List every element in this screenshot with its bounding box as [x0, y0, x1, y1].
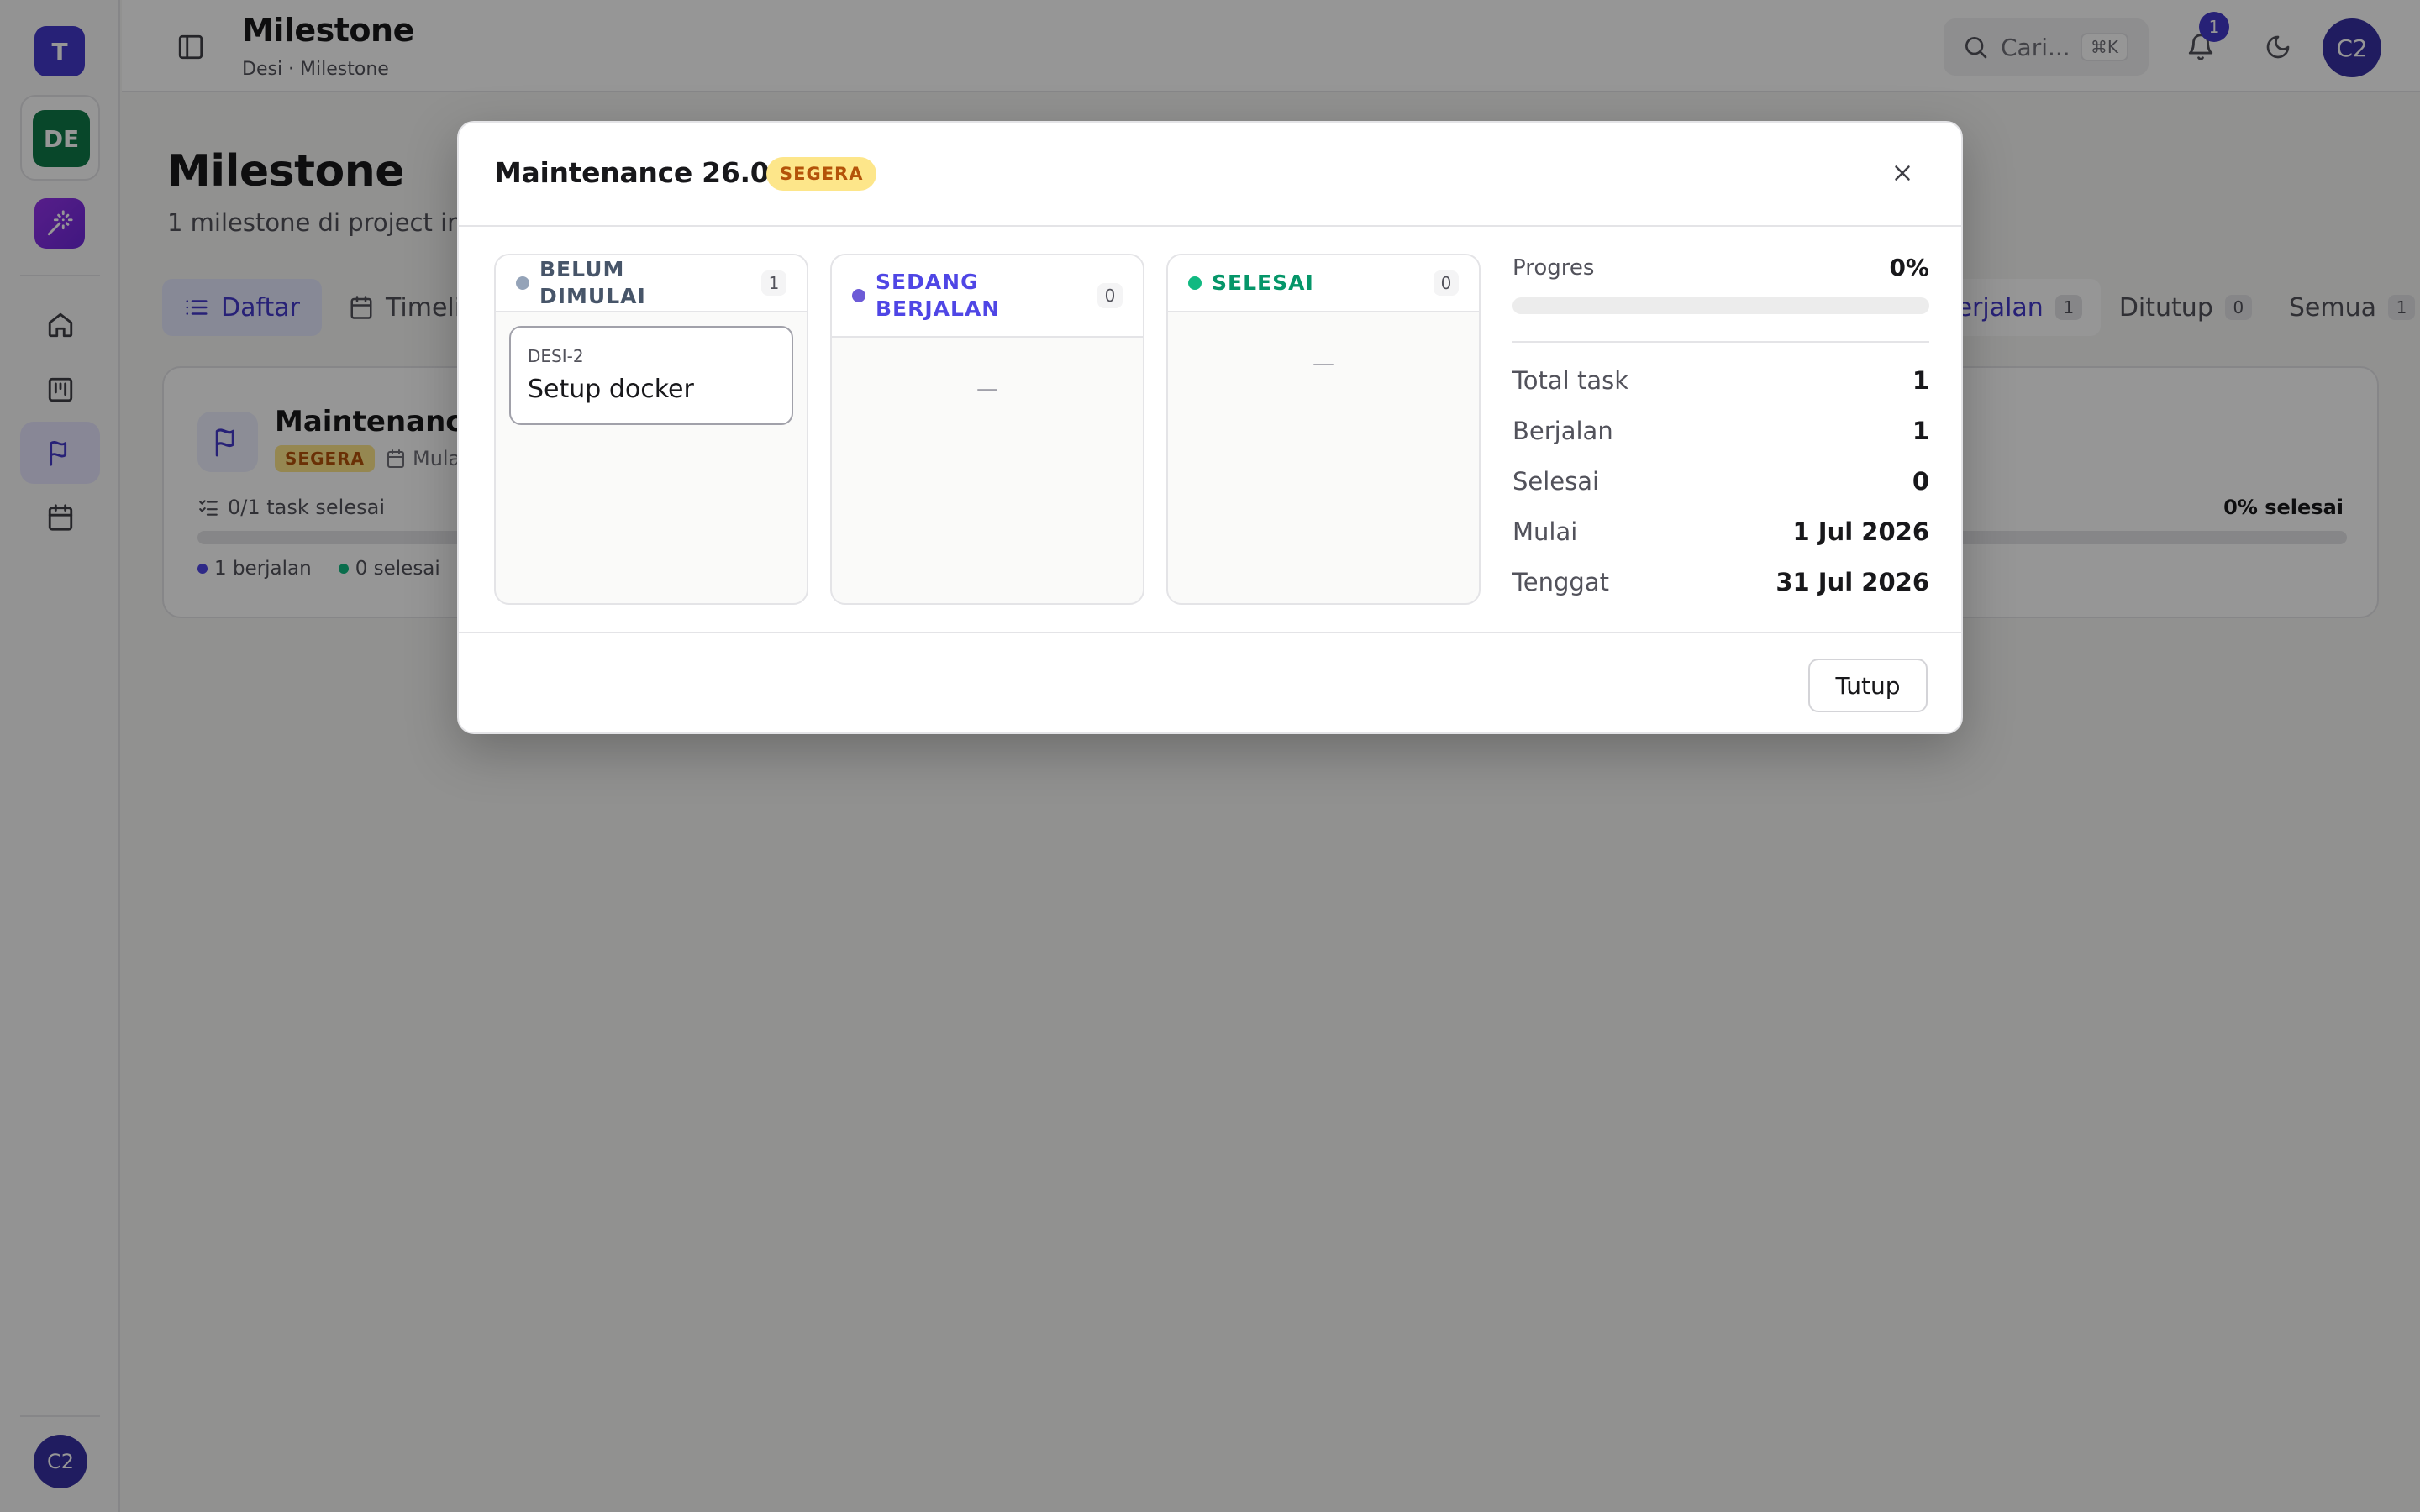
progress-label: Progres: [1512, 255, 1595, 281]
tutup-button[interactable]: Tutup: [1808, 659, 1928, 712]
column-header: BELUM DIMULAI 1: [496, 255, 807, 312]
milestone-detail-dialog: Maintenance 26.07 SEGERA BELUM DIMULAI 1…: [457, 121, 1963, 734]
column-header: SEDANG BERJALAN 0: [832, 255, 1143, 338]
column-empty: —: [976, 376, 998, 402]
task-card[interactable]: DESI-2 Setup docker: [509, 326, 793, 425]
stat-label: Total task: [1512, 366, 1628, 395]
stat-value: 1: [1912, 417, 1929, 445]
stat-value: 0: [1912, 467, 1929, 496]
stat-selesai: Selesai 0: [1512, 455, 1929, 506]
stat-label: Tenggat: [1512, 568, 1609, 596]
stat-label: Berjalan: [1512, 417, 1613, 445]
column-selesai: SELESAI 0 —: [1166, 254, 1481, 605]
column-count: 1: [761, 270, 786, 296]
progress-row: Progres 0%: [1512, 254, 1929, 282]
close-icon: [1895, 165, 1910, 181]
stat-berjalan: Berjalan 1: [1512, 405, 1929, 455]
close-button[interactable]: [1886, 156, 1919, 190]
stat-value: 1 Jul 2026: [1792, 517, 1929, 546]
stat-total-task: Total task 1: [1512, 354, 1929, 405]
stat-label: Mulai: [1512, 517, 1578, 546]
task-title: Setup docker: [528, 375, 694, 404]
stat-label: Selesai: [1512, 467, 1600, 496]
status-dot: [516, 276, 529, 290]
column-count: 0: [1097, 283, 1123, 308]
status-dot: [852, 289, 865, 302]
column-count: 0: [1434, 270, 1459, 296]
stat-tenggat: Tenggat 31 Jul 2026: [1512, 556, 1929, 606]
column-empty: —: [1313, 351, 1334, 376]
column-title: SELESAI: [1212, 270, 1314, 295]
stat-list: Total task 1 Berjalan 1 Selesai 0 Mulai …: [1512, 354, 1929, 606]
progress-value: 0%: [1889, 254, 1929, 281]
column-belum-dimulai: BELUM DIMULAI 1 DESI-2 Setup docker: [494, 254, 808, 605]
status-badge: SEGERA: [766, 157, 877, 191]
stat-value: 1: [1912, 366, 1929, 395]
milestone-stats: Progres 0% Total task 1 Berjalan 1 Seles…: [1512, 254, 1929, 606]
stats-divider: [1512, 341, 1929, 343]
column-title: SEDANG BERJALAN: [876, 270, 1001, 321]
dialog-title: Maintenance 26.07: [494, 156, 789, 189]
column-header: SELESAI 0: [1168, 255, 1479, 312]
progress-bar: [1512, 297, 1929, 314]
column-sedang-berjalan: SEDANG BERJALAN 0 —: [830, 254, 1144, 605]
dialog-header: Maintenance 26.07 SEGERA: [459, 123, 1961, 227]
dialog-footer: Tutup: [459, 632, 1961, 736]
status-dot: [1188, 276, 1202, 290]
task-id: DESI-2: [528, 346, 584, 366]
stat-value: 31 Jul 2026: [1776, 568, 1929, 596]
column-title: BELUM DIMULAI: [539, 257, 646, 308]
stat-mulai: Mulai 1 Jul 2026: [1512, 506, 1929, 556]
